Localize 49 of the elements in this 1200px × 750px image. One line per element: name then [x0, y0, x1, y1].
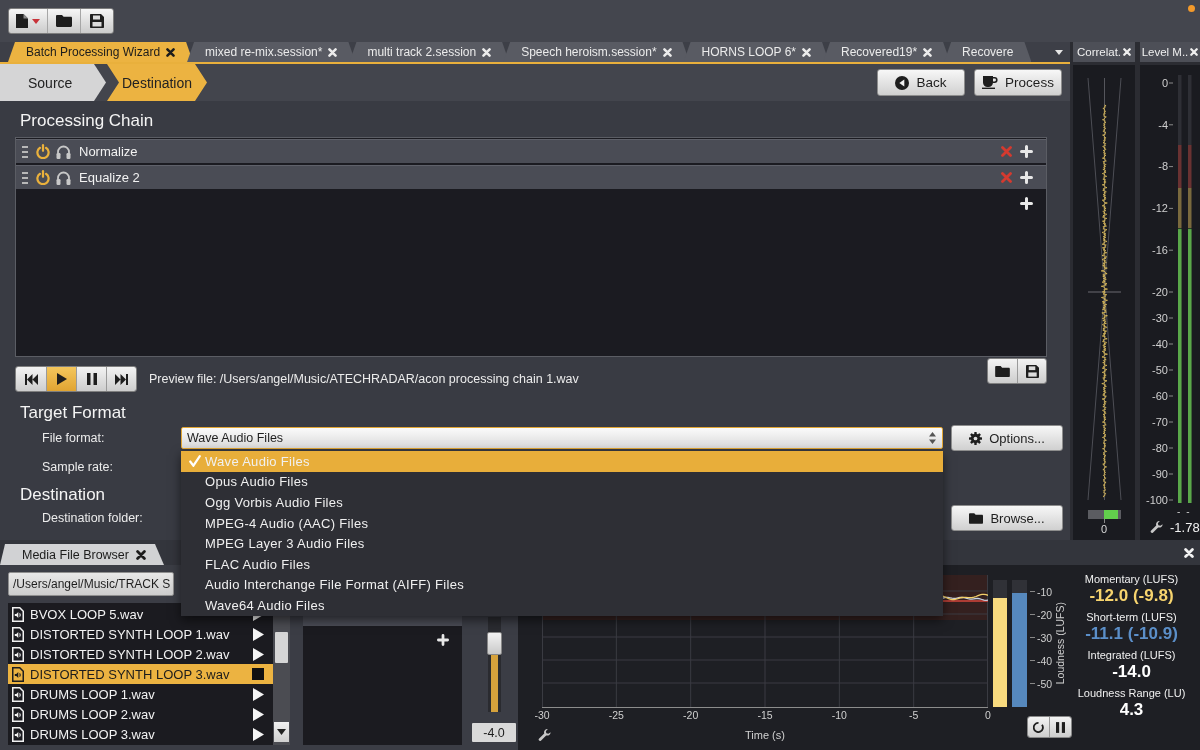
- scale-label: -4: [1158, 118, 1168, 131]
- effect-name: Equalize 2: [79, 170, 140, 185]
- axis-label: -20: [1030, 603, 1053, 626]
- scale-label: -100: [1145, 493, 1168, 506]
- effect-name: Normalize: [79, 144, 138, 159]
- reading-value: -14.0: [1112, 662, 1151, 681]
- scale-label: 0: [1161, 76, 1168, 89]
- scale-label: -60: [1152, 389, 1168, 402]
- field-label: File format:: [42, 430, 105, 446]
- scale-label: -70: [1152, 415, 1168, 428]
- meter-reading: -1.78: [1170, 519, 1200, 535]
- peak-reading: -: [1186, 507, 1190, 517]
- scale-label: -16: [1152, 244, 1168, 256]
- reading-value: -11.1 (-10.9): [1085, 624, 1178, 643]
- scale-label: -50: [1152, 363, 1168, 376]
- reading-value: -12.0 (-9.8): [1089, 586, 1174, 605]
- axis-label: -30: [533, 708, 551, 722]
- axis-label: -25: [607, 708, 625, 722]
- axis-label: -10: [1030, 580, 1053, 603]
- axis-label: -40: [1030, 649, 1053, 672]
- reading-label: Short-term (LUFS): [1086, 611, 1177, 624]
- axis-label: 0: [984, 708, 992, 722]
- axis-title: Time (s): [745, 729, 785, 741]
- field-label: Destination folder:: [42, 510, 143, 526]
- section-heading: Processing Chain: [20, 111, 154, 131]
- reading-label: Momentary (LUFS): [1084, 573, 1179, 586]
- scale-label: -12: [1152, 202, 1168, 215]
- section-heading: Destination: [20, 485, 106, 505]
- reading-label: Integrated (LUFS): [1087, 649, 1176, 662]
- preview-file-path: Preview file: /Users/angel/Music/ATECHRADAR/acon processing chain 1.wav: [149, 372, 579, 386]
- axis-label: -20: [682, 708, 700, 722]
- scale-label: -80: [1152, 441, 1168, 454]
- scale-label: -90: [1152, 467, 1168, 480]
- scale-label: -20: [1152, 285, 1168, 298]
- axis-label: -50: [1030, 672, 1053, 695]
- axis-label: -10: [830, 708, 848, 722]
- scale-label: -30: [1152, 311, 1168, 324]
- scale-label: -40: [1152, 337, 1168, 350]
- axis-title: Loudness (LUFS): [1054, 602, 1067, 685]
- reading-label: Loudness Range (LU): [1077, 687, 1186, 700]
- scale-label: -8: [1158, 160, 1168, 173]
- axis-label: -15: [756, 708, 774, 722]
- section-heading: Target Format: [20, 403, 126, 423]
- axis-label: -5: [907, 708, 920, 722]
- axis-label: -30: [1030, 626, 1053, 649]
- reading-value: 4.3: [1119, 700, 1144, 719]
- field-label: Sample rate:: [42, 459, 113, 475]
- peak-reading: -: [1177, 507, 1181, 517]
- scale-label: 0: [1100, 523, 1108, 536]
